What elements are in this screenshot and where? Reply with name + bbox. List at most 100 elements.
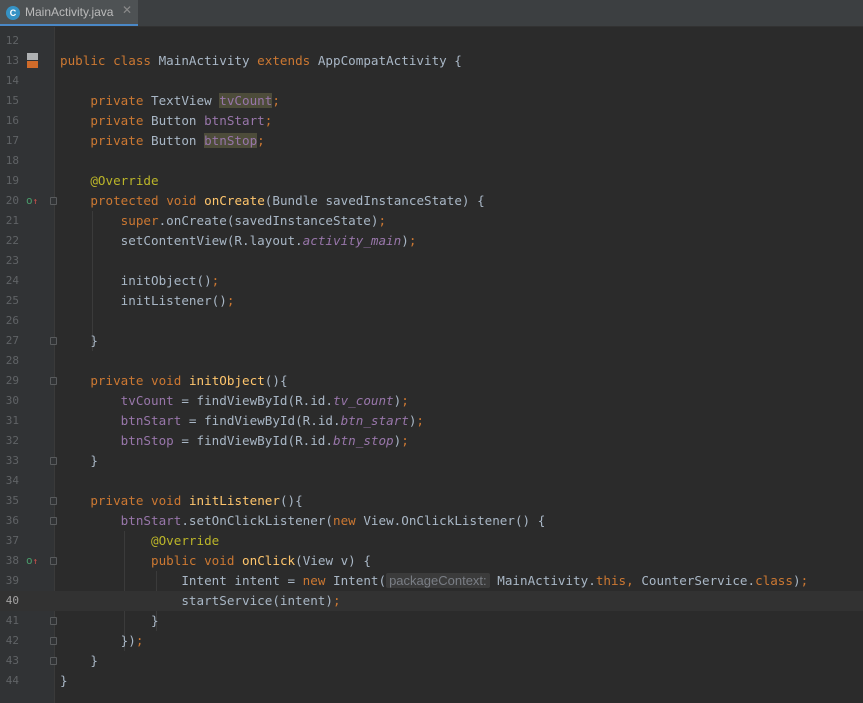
code-text: }	[60, 673, 68, 688]
fold-marker-icon[interactable]	[50, 517, 57, 525]
code-line-13: 13 public class MainActivity extends App…	[0, 51, 863, 71]
line-number: 37	[5, 534, 19, 547]
tab-mainactivity-java[interactable]: C MainActivity.java ✕	[0, 0, 138, 26]
line-number: 44	[5, 674, 19, 687]
fold-marker-icon[interactable]	[50, 657, 57, 665]
line-number: 19	[5, 174, 19, 187]
code-line-19: 19 @Override	[0, 171, 863, 191]
code-text: btnStart = findViewById(R.id.btn_start);	[120, 413, 425, 428]
line-number: 31	[5, 414, 19, 427]
code-line-21: 21 super.onCreate(savedInstanceState);	[0, 211, 863, 231]
line-number: 28	[5, 354, 19, 367]
close-icon[interactable]: ✕	[122, 3, 132, 17]
code-line-26: 26	[0, 311, 863, 331]
line-number: 16	[5, 114, 19, 127]
fold-marker-icon[interactable]	[50, 197, 57, 205]
code-text: private Button btnStop;	[90, 133, 265, 148]
code-text: private void initListener(){	[90, 493, 303, 508]
code-line-23: 23	[0, 251, 863, 271]
line-number: 36	[5, 514, 19, 527]
code-text: Intent intent = new Intent(packageContex…	[181, 573, 809, 588]
line-number: 30	[5, 394, 19, 407]
code-text: private Button btnStart;	[90, 113, 273, 128]
line-number: 15	[5, 94, 19, 107]
code-line-36: 36 btnStart.setOnClickListener(new View.…	[0, 511, 863, 531]
line-number: 14	[5, 74, 19, 87]
code-editor[interactable]: 12 13 public class MainActivity extends …	[0, 31, 863, 691]
code-text: startService(intent);	[181, 593, 341, 608]
line-number: 20	[5, 194, 19, 207]
code-text: }	[90, 653, 98, 668]
code-line-29: 29 private void initObject(){	[0, 371, 863, 391]
line-number: 21	[5, 214, 19, 227]
code-text: protected void onCreate(Bundle savedInst…	[90, 193, 485, 208]
code-line-35: 35 private void initListener(){	[0, 491, 863, 511]
code-line-42: 42 });	[0, 631, 863, 651]
code-line-25: 25 initListener();	[0, 291, 863, 311]
line-number: 35	[5, 494, 19, 507]
line-number: 25	[5, 294, 19, 307]
code-line-24: 24 initObject();	[0, 271, 863, 291]
code-text: private TextView tvCount;	[90, 93, 280, 108]
code-line-37: 37 @Override	[0, 531, 863, 551]
code-text: tvCount = findViewById(R.id.tv_count);	[120, 393, 409, 408]
line-number: 43	[5, 654, 19, 667]
class-implementation-icon[interactable]	[27, 53, 38, 68]
java-class-icon: C	[6, 6, 20, 20]
code-text: }	[90, 333, 98, 348]
code-line-17: 17 private Button btnStop;	[0, 131, 863, 151]
line-number: 39	[5, 574, 19, 587]
code-line-39: 39 Intent intent = new Intent(packageCon…	[0, 571, 863, 591]
line-number: 12	[5, 34, 19, 47]
code-line-43: 43 }	[0, 651, 863, 671]
code-line-14: 14	[0, 71, 863, 91]
line-number: 24	[5, 274, 19, 287]
code-text: initListener();	[120, 293, 235, 308]
line-number: 41	[5, 614, 19, 627]
code-text: }	[151, 613, 159, 628]
code-line-34: 34	[0, 471, 863, 491]
fold-marker-icon[interactable]	[50, 637, 57, 645]
code-line-18: 18	[0, 151, 863, 171]
line-number: 33	[5, 454, 19, 467]
code-text: public class MainActivity extends AppCom…	[60, 53, 462, 68]
code-line-44: 44 }	[0, 671, 863, 691]
code-text: public void onClick(View v) {	[151, 553, 371, 568]
line-number: 23	[5, 254, 19, 267]
editor-tab-bar: C MainActivity.java ✕	[0, 0, 863, 27]
code-line-31: 31 btnStart = findViewById(R.id.btn_star…	[0, 411, 863, 431]
line-number: 26	[5, 314, 19, 327]
code-text: setContentView(R.layout.activity_main);	[120, 233, 417, 248]
code-line-40-current: 40 startService(intent);	[0, 591, 863, 611]
code-line-28: 28	[0, 351, 863, 371]
line-number: 42	[5, 634, 19, 647]
line-number: 18	[5, 154, 19, 167]
override-marker-icon[interactable]: o↑	[26, 194, 38, 207]
code-text: @Override	[90, 173, 159, 188]
fold-marker-icon[interactable]	[50, 617, 57, 625]
code-line-41: 41 }	[0, 611, 863, 631]
code-text: initObject();	[120, 273, 220, 288]
code-text: });	[120, 633, 144, 648]
fold-marker-icon[interactable]	[50, 337, 57, 345]
line-number: 32	[5, 434, 19, 447]
code-line-22: 22 setContentView(R.layout.activity_main…	[0, 231, 863, 251]
code-line-16: 16 private Button btnStart;	[0, 111, 863, 131]
fold-marker-icon[interactable]	[50, 457, 57, 465]
tab-label: MainActivity.java	[25, 5, 114, 19]
line-number: 34	[5, 474, 19, 487]
fold-marker-icon[interactable]	[50, 557, 57, 565]
code-text: btnStop = findViewById(R.id.btn_stop);	[120, 433, 409, 448]
fold-marker-icon[interactable]	[50, 377, 57, 385]
code-line-15: 15 private TextView tvCount;	[0, 91, 863, 111]
code-text: }	[90, 453, 98, 468]
line-number: 40	[5, 594, 19, 607]
code-line-27: 27 }	[0, 331, 863, 351]
fold-marker-icon[interactable]	[50, 497, 57, 505]
line-number: 29	[5, 374, 19, 387]
line-number: 17	[5, 134, 19, 147]
code-line-12: 12	[0, 31, 863, 51]
code-line-33: 33 }	[0, 451, 863, 471]
line-number: 27	[5, 334, 19, 347]
override-marker-icon[interactable]: o↑	[26, 554, 38, 567]
